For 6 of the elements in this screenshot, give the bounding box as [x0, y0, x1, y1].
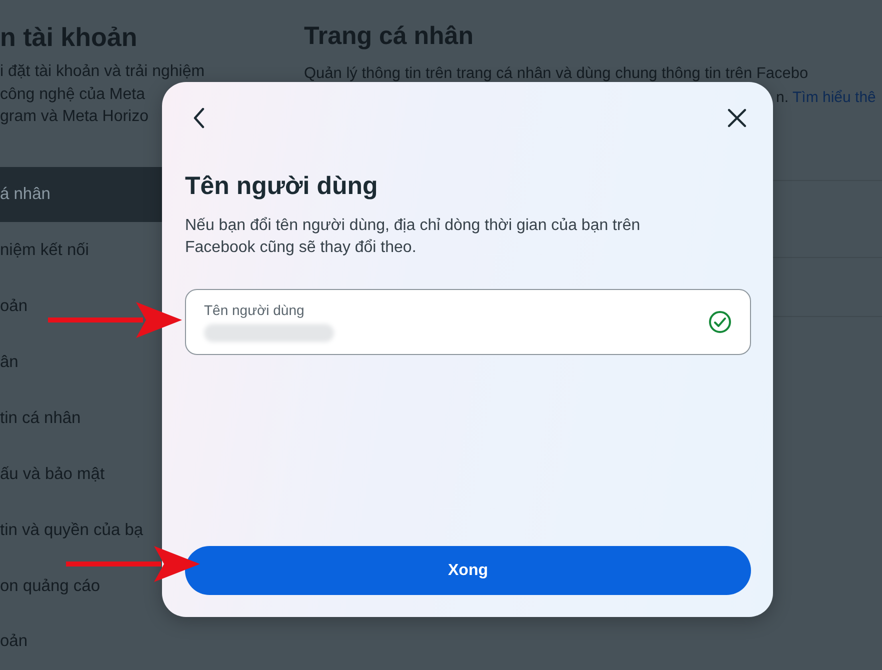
- chevron-left-icon: [192, 107, 206, 129]
- field-label: Tên người dùng: [204, 302, 306, 318]
- username-field[interactable]: Tên người dùng: [185, 289, 751, 355]
- done-button[interactable]: Xong: [185, 546, 751, 595]
- learn-more-link[interactable]: Tìm hiểu thê: [792, 86, 876, 110]
- close-icon: [727, 108, 747, 128]
